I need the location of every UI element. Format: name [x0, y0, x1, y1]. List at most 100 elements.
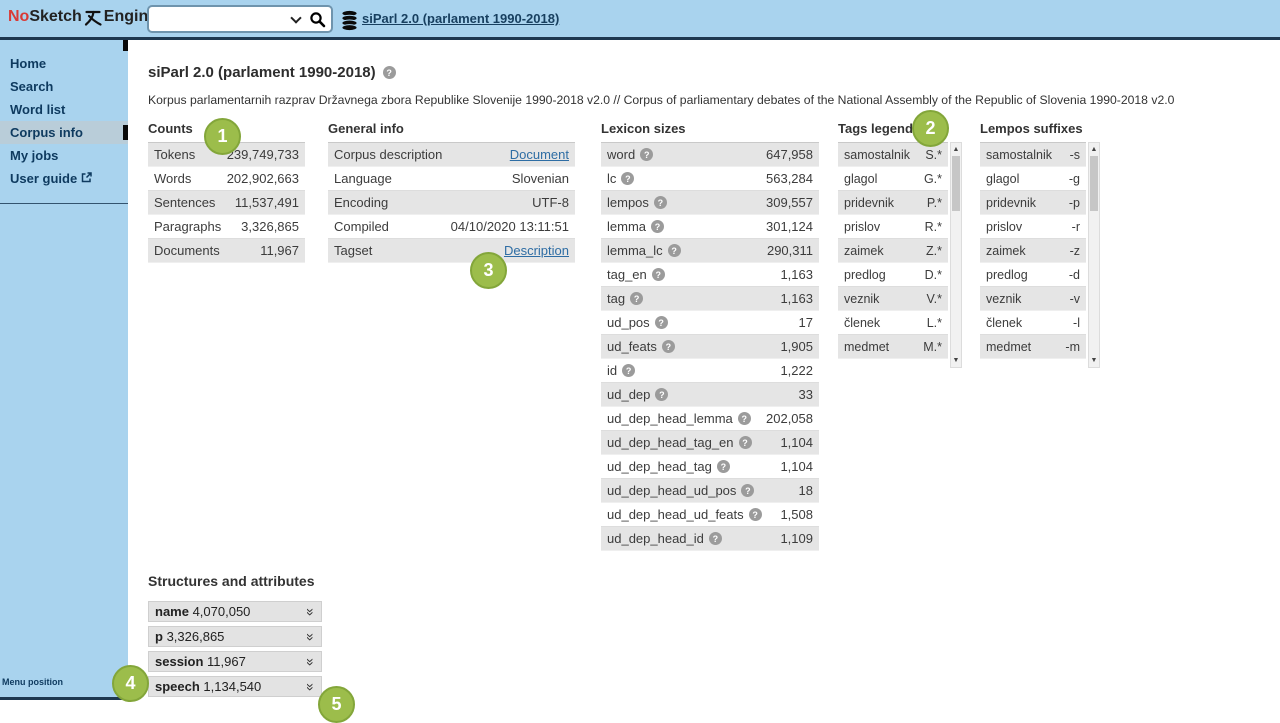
table-title: General info [328, 121, 575, 136]
help-icon[interactable]: ? [630, 292, 643, 305]
current-corpus-link[interactable]: siParl 2.0 (parlament 1990-2018) [362, 11, 559, 26]
table-row: glagolG.* [838, 167, 948, 191]
expand-icon[interactable]: » [304, 608, 318, 616]
sidebar-item-home[interactable]: Home [0, 52, 128, 75]
help-icon[interactable]: ? [739, 436, 752, 449]
structure-count: 4,070,050 [189, 604, 250, 619]
expand-icon[interactable]: » [304, 683, 318, 691]
row-value: 290,311 [767, 243, 813, 258]
table-row: tag?1,163 [601, 287, 819, 311]
row-label: Encoding [334, 195, 388, 210]
table-row: predlogD.* [838, 263, 948, 287]
external-link-icon [81, 172, 92, 183]
help-icon[interactable]: ? [640, 148, 653, 161]
table-row: lc?563,284 [601, 167, 819, 191]
table-row: lemma?301,124 [601, 215, 819, 239]
row-label: tag? [607, 291, 643, 306]
expand-icon[interactable]: » [304, 633, 318, 641]
row-label: prislov [986, 220, 1022, 234]
row-label: Words [154, 171, 191, 186]
help-icon[interactable]: ? [741, 484, 754, 497]
structure-row[interactable]: session 11,967» [148, 651, 322, 672]
sidebar-item-corpus-info[interactable]: Corpus info [0, 121, 128, 144]
row-value: 04/10/2020 13:11:51 [451, 219, 569, 234]
row-value: -d [1069, 268, 1080, 282]
scrollbar-thumb[interactable] [952, 156, 960, 211]
annotation-circle-3: 3 [470, 252, 507, 289]
row-label: ud_dep_head_id? [607, 531, 722, 546]
help-icon[interactable]: ? [668, 244, 681, 257]
expand-icon[interactable]: » [304, 658, 318, 666]
sidebar-item-word-list[interactable]: Word list [0, 98, 128, 121]
table-row: lempos?309,557 [601, 191, 819, 215]
structure-row[interactable]: speech 1,134,540» [148, 676, 322, 697]
logo-text-sketch: Sketch [29, 8, 81, 26]
help-icon[interactable]: ? [749, 508, 762, 521]
row-value: 11,967 [260, 243, 299, 258]
table-row: pridevnik-p [980, 191, 1086, 215]
help-icon[interactable]: ? [655, 388, 668, 401]
help-icon[interactable]: ? [651, 220, 664, 233]
scrollbar-track[interactable]: ▲ ▼ [1088, 142, 1100, 368]
structure-count: 11,967 [203, 654, 245, 669]
row-value: -r [1072, 220, 1080, 234]
help-icon[interactable]: ? [738, 412, 751, 425]
row-link[interactable]: Description [504, 243, 569, 258]
row-value: R.* [925, 220, 942, 234]
help-icon[interactable]: ? [655, 316, 668, 329]
row-label: samostalnik [986, 148, 1052, 162]
table-row: ud_dep_head_lemma?202,058 [601, 407, 819, 431]
table-row: medmetM.* [838, 335, 948, 359]
row-value: 33 [799, 387, 813, 402]
scrollbar-track[interactable]: ▲ ▼ [950, 142, 962, 368]
scroll-up-icon[interactable]: ▲ [953, 145, 960, 154]
structure-row[interactable]: p 3,326,865» [148, 626, 322, 647]
sidebar-item-search[interactable]: Search [0, 75, 128, 98]
tags-legend-rows: samostalnikS.*glagolG.*pridevnikP.*prisl… [838, 142, 948, 368]
help-icon[interactable]: ? [383, 66, 396, 79]
row-link[interactable]: Document [510, 147, 569, 162]
structure-row[interactable]: name 4,070,050» [148, 601, 322, 622]
row-label: veznik [986, 292, 1021, 306]
sidebar-item-my-jobs[interactable]: My jobs [0, 144, 128, 167]
table-row: ud_dep_head_tag_en?1,104 [601, 431, 819, 455]
menu-resize-handle[interactable] [123, 40, 128, 51]
database-icon[interactable] [341, 10, 358, 31]
row-value: 202,058 [766, 411, 813, 426]
table-row: LanguageSlovenian [328, 167, 575, 191]
help-icon[interactable]: ? [662, 340, 675, 353]
table-row: členek-l [980, 311, 1086, 335]
help-icon[interactable]: ? [709, 532, 722, 545]
row-label: predlog [986, 268, 1028, 282]
info-tables: Counts Tokens239,749,733Words202,902,663… [148, 121, 1280, 551]
corpus-search-input[interactable] [156, 12, 292, 27]
help-icon[interactable]: ? [654, 196, 667, 209]
help-icon[interactable]: ? [622, 364, 635, 377]
scrollbar-thumb[interactable] [1090, 156, 1098, 211]
search-icon[interactable] [309, 11, 326, 28]
row-value: V.* [926, 292, 942, 306]
scroll-down-icon[interactable]: ▼ [1091, 356, 1098, 365]
row-value: 1,104 [780, 435, 813, 450]
table-row: zaimekZ.* [838, 239, 948, 263]
structure-count: 3,326,865 [163, 629, 224, 644]
table-row: prislovR.* [838, 215, 948, 239]
help-icon[interactable]: ? [652, 268, 665, 281]
chevron-down-icon[interactable] [290, 12, 301, 23]
sidebar-item-user-guide[interactable]: User guide [0, 167, 128, 190]
row-label: Corpus description [334, 147, 442, 162]
table-row: tag_en?1,163 [601, 263, 819, 287]
table-row: Documents11,967 [148, 239, 305, 263]
scroll-down-icon[interactable]: ▼ [953, 356, 960, 365]
table-row: ud_dep?33 [601, 383, 819, 407]
row-value: Document [510, 147, 569, 162]
nosketch-engine-logo[interactable]: NoSketchEngine [8, 7, 157, 27]
help-icon[interactable]: ? [621, 172, 634, 185]
sidebar-item-label: Corpus info [10, 121, 83, 144]
scroll-up-icon[interactable]: ▲ [1091, 145, 1098, 154]
lempos-suffixes-table: Lempos suffixes samostalnik-sglagol-gpri… [980, 121, 1100, 368]
row-value: -v [1070, 292, 1080, 306]
help-icon[interactable]: ? [717, 460, 730, 473]
row-label: ud_dep_head_ud_pos? [607, 483, 754, 498]
table-row: id?1,222 [601, 359, 819, 383]
